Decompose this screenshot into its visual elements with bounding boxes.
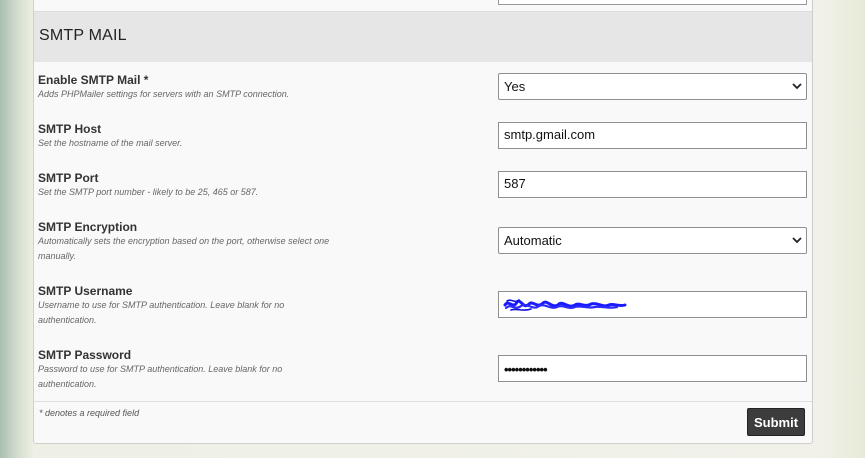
- setting-label: SMTP Host: [38, 122, 102, 136]
- setting-row-smtp-encryption: SMTP Encryption Automatically sets the e…: [34, 209, 812, 274]
- setting-row-smtp-host: SMTP Host Set the hostname of the mail s…: [34, 111, 812, 161]
- smtp-password-input[interactable]: ••••••••••••: [498, 355, 807, 382]
- setting-description: Automatically sets the encryption based …: [38, 236, 330, 261]
- setting-label: SMTP Username: [38, 284, 133, 298]
- select-value: Automatic: [504, 233, 562, 248]
- settings-panel: SMTP MAIL Enable SMTP Mail * Adds PHPMai…: [33, 0, 813, 444]
- select-value: Yes: [504, 79, 526, 94]
- password-mask: ••••••••••••: [504, 362, 548, 377]
- submit-button[interactable]: Submit: [747, 408, 805, 436]
- required-field-note: * denotes a required field: [39, 408, 140, 418]
- enable-smtp-select[interactable]: Yes: [498, 73, 807, 100]
- setting-label: SMTP Password: [38, 348, 132, 362]
- setting-label: Enable SMTP Mail *: [38, 73, 149, 87]
- setting-row-smtp-username: SMTP Username Username to use for SMTP a…: [34, 273, 812, 338]
- smtp-port-input[interactable]: 587: [498, 171, 807, 198]
- smtp-username-input[interactable]: [498, 291, 807, 318]
- chevron-down-icon: [792, 237, 802, 244]
- setting-description: Password to use for SMTP authentication.…: [38, 364, 283, 389]
- setting-label: SMTP Encryption: [38, 220, 138, 234]
- setting-label: SMTP Port: [38, 171, 99, 185]
- setting-row-smtp-port: SMTP Port Set the SMTP port number - lik…: [34, 160, 812, 210]
- setting-row-smtp-password: SMTP Password Password to use for SMTP a…: [34, 337, 812, 402]
- setting-description: Adds PHPMailer settings for servers with…: [38, 89, 290, 99]
- setting-description: Username to use for SMTP authentication.…: [38, 300, 285, 325]
- section-title: SMTP MAIL: [39, 27, 127, 44]
- smtp-host-input[interactable]: smtp.gmail.com: [498, 122, 807, 149]
- previous-field[interactable]: [498, 0, 807, 5]
- smtp-encryption-select[interactable]: Automatic: [498, 227, 807, 254]
- setting-description: Set the SMTP port number - likely to be …: [38, 187, 259, 197]
- section-header: SMTP MAIL: [34, 12, 812, 63]
- chevron-down-icon: [792, 83, 802, 90]
- setting-description: Set the hostname of the mail server.: [38, 138, 183, 148]
- setting-row-enable-smtp: Enable SMTP Mail * Adds PHPMailer settin…: [34, 62, 812, 112]
- redaction-scribble-icon: [503, 299, 627, 311]
- previous-section-row: [34, 0, 812, 12]
